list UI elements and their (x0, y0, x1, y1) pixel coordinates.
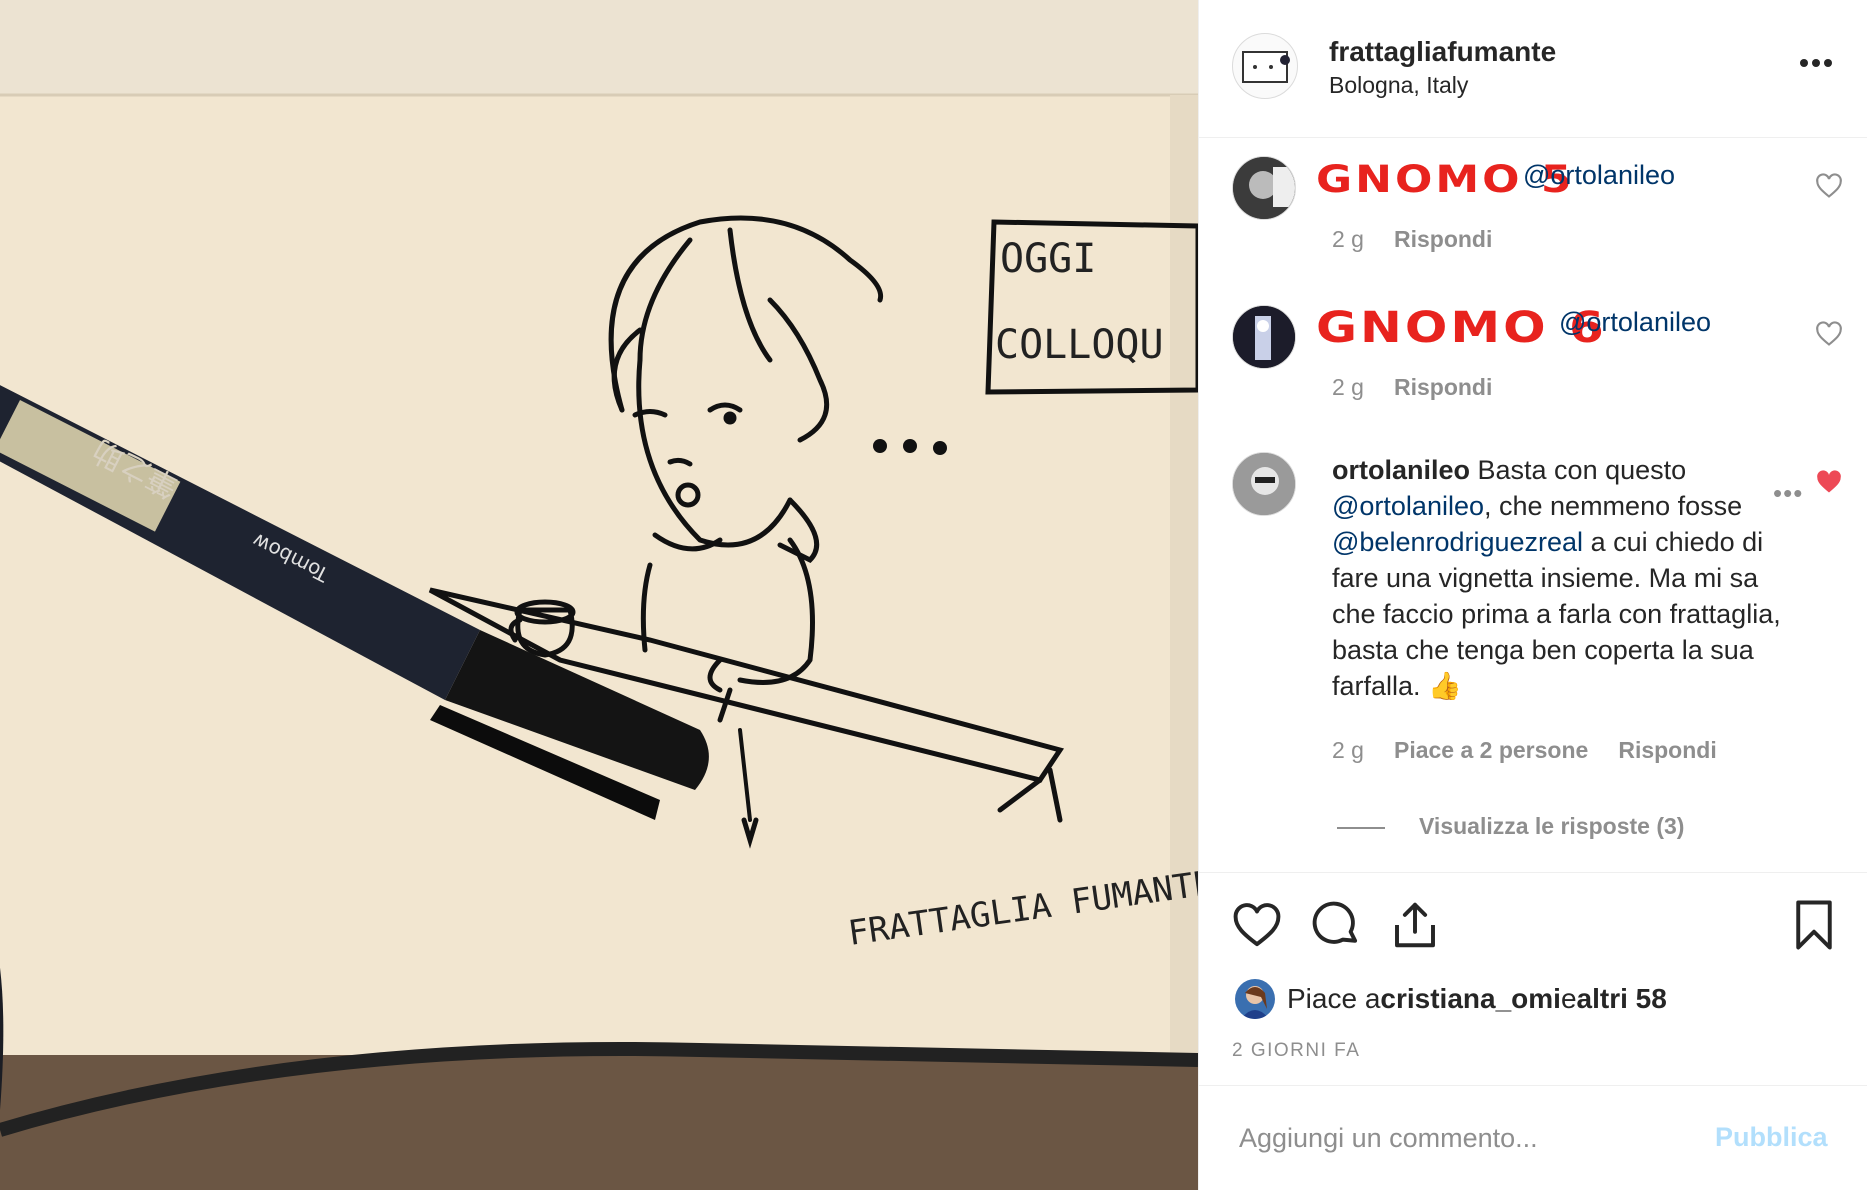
view-replies-button[interactable]: Visualizza le risposte (3) (1337, 813, 1684, 840)
comment-mention[interactable]: @belenrodriguezreal (1332, 527, 1583, 557)
replies-divider (1337, 826, 1385, 829)
comment-time[interactable]: 2 g (1332, 374, 1364, 400)
post-location[interactable]: Bologna, Italy (1329, 72, 1468, 99)
liker-username[interactable]: cristiana_omi (1380, 983, 1561, 1015)
comment-meta: 2 g Rispondi (1332, 226, 1522, 253)
post-actions: Piace a cristiana_omi e altri 58 2 GIORN… (1199, 872, 1867, 1085)
reply-button[interactable]: Rispondi (1394, 374, 1492, 400)
commenter-avatar[interactable] (1232, 156, 1296, 220)
reply-button[interactable]: Rispondi (1618, 737, 1716, 763)
author-username[interactable]: frattagliafumante (1329, 36, 1556, 68)
share-icon[interactable] (1388, 898, 1442, 952)
commenter-avatar[interactable] (1232, 452, 1296, 516)
post-header: frattagliafumante Bologna, Italy (1199, 0, 1867, 138)
comment-like-icon[interactable] (1815, 320, 1843, 348)
sketchbook-drawing: OGGI COLLOQU FRATTAGLIA FUMANTE'19 筆之助 T… (0, 0, 1198, 1190)
thumbs-up-emoji: 👍 (1428, 671, 1462, 701)
likes-prefix: Piace a (1287, 983, 1381, 1014)
comment-likes-count[interactable]: Piace a 2 persone (1394, 737, 1588, 763)
reply-button[interactable]: Rispondi (1394, 226, 1492, 252)
comment-mention[interactable]: @ortolanileo (1523, 160, 1675, 191)
comment-time[interactable]: 2 g (1332, 226, 1364, 252)
comment-time[interactable]: 2 g (1332, 737, 1364, 763)
liker-avatar[interactable] (1235, 979, 1275, 1019)
add-comment-bar: Pubblica (1199, 1085, 1867, 1190)
author-avatar[interactable] (1232, 33, 1298, 99)
post-likes: Piace a cristiana_omi e altri 58 (1235, 977, 1667, 1021)
comment-icon[interactable] (1309, 898, 1363, 952)
comment-text: Basta con questo (1470, 455, 1687, 485)
heart-icon[interactable] (1230, 898, 1284, 952)
comment-username[interactable]: ortolanileo (1332, 455, 1470, 485)
comment-meta: 2 g Rispondi (1332, 374, 1522, 401)
comment-mention[interactable]: @ortolanileo (1332, 491, 1484, 521)
comment-body: ortolanileo Basta con questo @ortolanile… (1332, 452, 1792, 704)
comment-liked-icon[interactable] (1815, 468, 1843, 496)
likes-conjunction: e (1560, 983, 1577, 1014)
comment-meta: 2 g Piace a 2 persone Rispondi (1332, 737, 1747, 764)
post-side-panel: frattagliafumante Bologna, Italy GNOMO 5… (1198, 0, 1867, 1190)
bookmark-icon[interactable] (1787, 898, 1841, 952)
more-options-button[interactable] (1796, 48, 1836, 78)
post-photo[interactable]: OGGI COLLOQU FRATTAGLIA FUMANTE'19 筆之助 T… (0, 0, 1198, 1190)
sign-line-1: OGGI (1000, 236, 1096, 282)
comment-like-icon[interactable] (1815, 172, 1843, 200)
comment-text: , che nemmeno fosse (1484, 491, 1743, 521)
commenter-avatar[interactable] (1232, 305, 1296, 369)
post-date[interactable]: 2 GIORNI FA (1232, 1040, 1360, 1062)
comment-mention[interactable]: @ortolanileo (1559, 307, 1711, 338)
more-icon (1800, 59, 1832, 67)
comment-input[interactable] (1239, 1108, 1679, 1168)
comment-options-button[interactable]: ••• (1773, 478, 1803, 509)
publish-button[interactable]: Pubblica (1715, 1122, 1828, 1153)
view-replies-label: Visualizza le risposte (3) (1419, 813, 1685, 839)
likes-others[interactable]: altri 58 (1577, 983, 1667, 1015)
sign-line-2: COLLOQU (995, 322, 1164, 368)
